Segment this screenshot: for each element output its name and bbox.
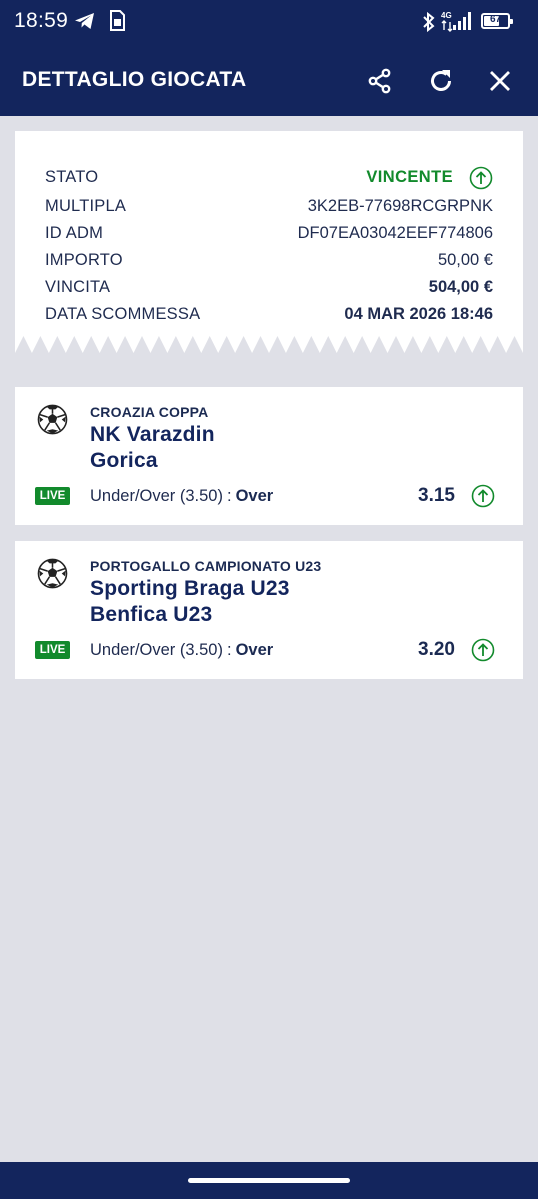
home-team: NK Varazdin: [90, 423, 215, 446]
home-team: Sporting Braga U23: [90, 577, 290, 600]
detail-row-status: STATO VINCENTE: [45, 166, 493, 194]
market-line: Under/Over (3.50): Over: [90, 487, 273, 506]
battery-level: 67: [489, 14, 502, 25]
detail-row-importo: IMPORTO 50,00 €: [45, 251, 493, 277]
detail-label: STATO: [45, 168, 99, 186]
league-name: CROAZIA COPPA: [90, 404, 209, 420]
network-type: 4G: [441, 11, 452, 20]
market-name: Under/Over (3.50): [90, 487, 223, 505]
share-icon: [368, 68, 391, 94]
stake-amount: 50,00 €: [437, 251, 493, 269]
away-team: Gorica: [90, 449, 158, 472]
bet-date: 04 MAR 2026 18:46: [344, 305, 493, 323]
close-button[interactable]: [483, 64, 517, 98]
market-name: Under/Over (3.50): [90, 641, 223, 659]
detail-label: IMPORTO: [45, 251, 123, 269]
detail-row-id-adm: ID ADM DF07EA03042EEF774806: [45, 224, 493, 250]
status-bar: 18:59 4G 67: [0, 0, 538, 44]
detail-row-multipla: MULTIPLA 3K2EB-77698RCGRPNK: [45, 197, 493, 223]
bet-details-receipt: STATO VINCENTE MULTIPLA 3K2EB-77698RCGRP…: [15, 131, 523, 372]
status-value: VINCENTE: [366, 168, 453, 186]
home-gesture-handle[interactable]: [188, 1178, 350, 1183]
detail-row-data: DATA SCOMMESSA 04 MAR 2026 18:46: [45, 305, 493, 331]
detail-label: ID ADM: [45, 224, 104, 242]
arrow-up-circle-icon: [471, 484, 495, 508]
selection: Over: [235, 641, 274, 659]
arrow-up-circle-icon: [471, 638, 495, 662]
signal-strength-icon: [453, 12, 471, 30]
soccer-ball-icon: [37, 404, 68, 435]
status-time: 18:59: [14, 9, 69, 32]
bet-event-card[interactable]: CROAZIA COPPA NK Varazdin Gorica LIVE Un…: [15, 387, 523, 525]
share-button[interactable]: [363, 64, 397, 98]
odd-value: 3.15: [418, 485, 455, 506]
refresh-button[interactable]: [424, 64, 458, 98]
battery-icon: 67: [481, 13, 513, 29]
league-name: PORTOGALLO CAMPIONATO U23: [90, 558, 322, 574]
away-team: Benfica U23: [90, 603, 213, 626]
app-header: DETTAGLIO GIOCATA: [0, 44, 538, 116]
ticket-code: 3K2EB-77698RCGRPNK: [307, 197, 493, 215]
bet-event-card[interactable]: PORTOGALLO CAMPIONATO U23 Sporting Braga…: [15, 541, 523, 679]
detail-label: MULTIPLA: [45, 197, 127, 215]
bluetooth-icon: [423, 11, 435, 33]
market-separator: :: [226, 641, 232, 659]
odd-value: 3.20: [418, 639, 455, 660]
detail-row-vincita: VINCITA 504,00 €: [45, 278, 493, 304]
arrow-up-circle-icon: [469, 166, 493, 190]
page-title: DETTAGLIO GIOCATA: [22, 68, 247, 91]
live-badge: LIVE: [35, 487, 70, 505]
telegram-icon: [75, 13, 94, 29]
market-separator: :: [226, 487, 232, 505]
refresh-icon: [431, 70, 451, 91]
close-icon: [490, 71, 510, 91]
system-navigation-bar: [0, 1162, 538, 1199]
live-badge: LIVE: [35, 641, 70, 659]
adm-id: DF07EA03042EEF774806: [297, 224, 493, 242]
selection: Over: [235, 487, 274, 505]
win-amount: 504,00 €: [428, 278, 493, 296]
detail-label: DATA SCOMMESSA: [45, 305, 201, 323]
detail-label: VINCITA: [45, 278, 111, 296]
sim-card-icon: [110, 10, 125, 31]
market-line: Under/Over (3.50): Over: [90, 641, 273, 660]
soccer-ball-icon: [37, 558, 68, 589]
